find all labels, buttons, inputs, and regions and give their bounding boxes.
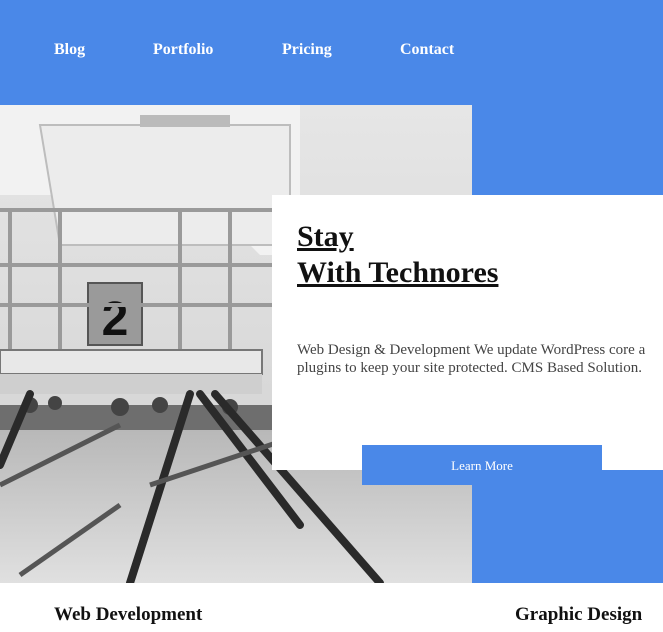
hero-card: Stay With Technores Web Design & Develop… xyxy=(272,195,663,470)
nav-link-blog[interactable]: Blog xyxy=(54,41,85,59)
learn-more-button[interactable]: Learn More xyxy=(362,445,602,485)
hero-description-line-2: plugins to keep your site protected. CMS… xyxy=(297,360,642,376)
nav-link-portfolio[interactable]: Portfolio xyxy=(153,41,213,59)
hero-title-line-1: Stay xyxy=(297,220,354,253)
top-navigation: Blog Portfolio Pricing Contact xyxy=(0,0,663,105)
nav-link-contact[interactable]: Contact xyxy=(400,41,454,59)
service-heading-graphic-design: Graphic Design xyxy=(515,604,643,625)
hero-title-line-2: With Technores xyxy=(297,256,499,289)
hero-description: Web Design & Development We update WordP… xyxy=(297,341,663,377)
service-heading-web-development: Web Development xyxy=(54,604,203,625)
tower-number: 2 xyxy=(102,293,129,346)
hero-description-line-1: Web Design & Development We update WordP… xyxy=(297,342,646,358)
nav-link-pricing[interactable]: Pricing xyxy=(282,41,332,59)
hero-title: Stay With Technores xyxy=(297,219,498,291)
